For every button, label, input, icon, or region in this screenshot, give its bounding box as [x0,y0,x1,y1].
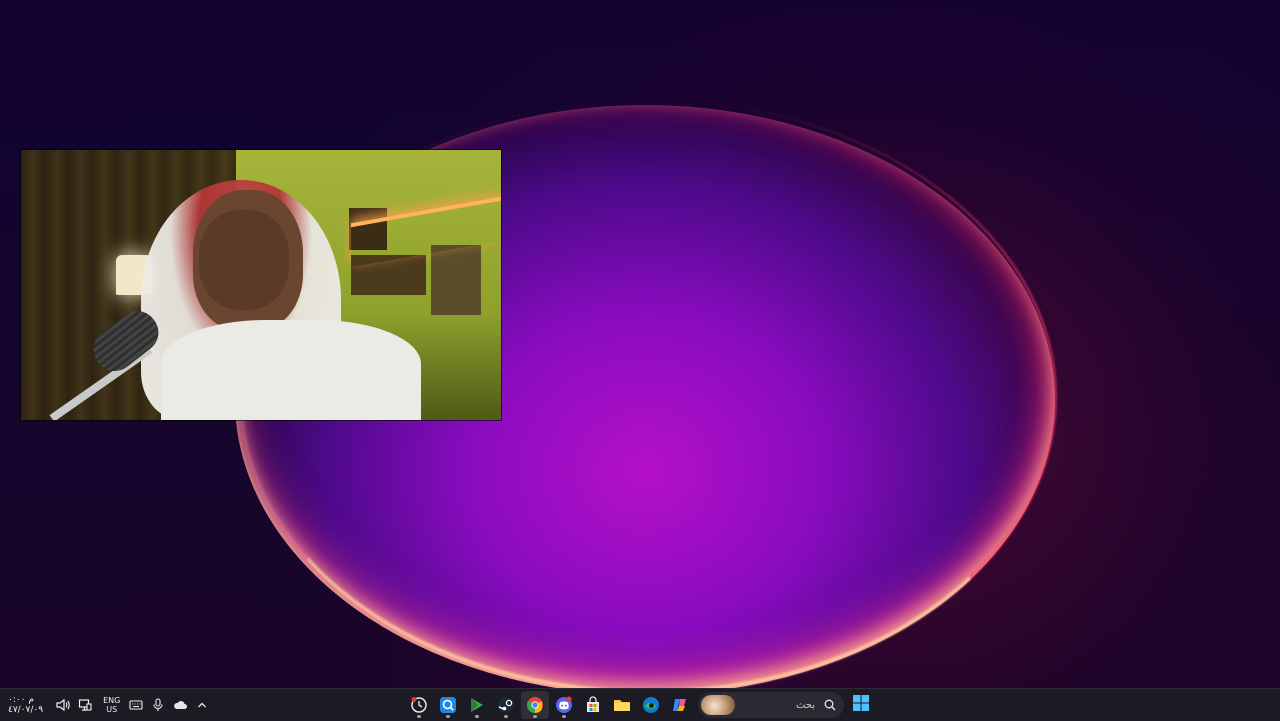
keyboard-icon[interactable] [126,695,146,715]
taskbar-search-box[interactable]: بحث [698,692,844,718]
chevron-up-icon[interactable] [192,695,212,715]
chrome-icon[interactable] [520,691,549,719]
edge-icon[interactable] [637,691,665,719]
file-explorer-icon[interactable] [608,691,636,719]
volume-icon[interactable] [53,695,73,715]
copilot-icon[interactable] [666,691,694,719]
discord-icon[interactable] [550,691,578,719]
steam-icon[interactable] [492,691,520,719]
microsoft-store-icon[interactable] [579,691,607,719]
windows-logo-icon [852,694,870,716]
language-indicator[interactable]: ENG US [103,696,120,714]
running-indicator [503,715,508,718]
webcam-person-body [161,320,421,420]
system-tray: م ٠:٠٠ ٤٧/٠٧/٠٩ ENG US [8,689,214,721]
running-indicator [445,715,450,718]
webcam-wall-frame [431,245,481,315]
webcam-overlay [21,150,501,420]
search-highlight-thumbnail [701,695,735,715]
play-store-icon[interactable] [463,691,491,719]
taskbar: م ٠:٠٠ ٤٧/٠٧/٠٩ ENG US بحث [0,688,1280,721]
taskbar-clock[interactable]: م ٠:٠٠ ٤٧/٠٧/٠٩ [8,695,43,715]
quickassist-icon[interactable] [434,691,462,719]
running-indicator [561,715,566,718]
network-icon[interactable] [75,695,95,715]
running-indicator [474,715,479,718]
microphone-icon[interactable] [148,695,168,715]
onedrive-icon[interactable] [170,695,190,715]
clock-time: م ٠:٠٠ [8,695,34,705]
start-button[interactable] [848,692,874,718]
clock-date: ٤٧/٠٧/٠٩ [8,705,44,715]
webcam-person-face [199,210,289,310]
desktop-wallpaper [0,0,1280,688]
running-indicator [416,715,421,718]
search-placeholder: بحث [795,699,815,711]
clock-app-icon[interactable] [405,691,433,719]
language-line2: US [106,705,118,714]
running-indicator [532,715,537,718]
language-line1: ENG [103,696,121,705]
search-icon [821,696,839,714]
taskbar-apps [404,689,694,721]
